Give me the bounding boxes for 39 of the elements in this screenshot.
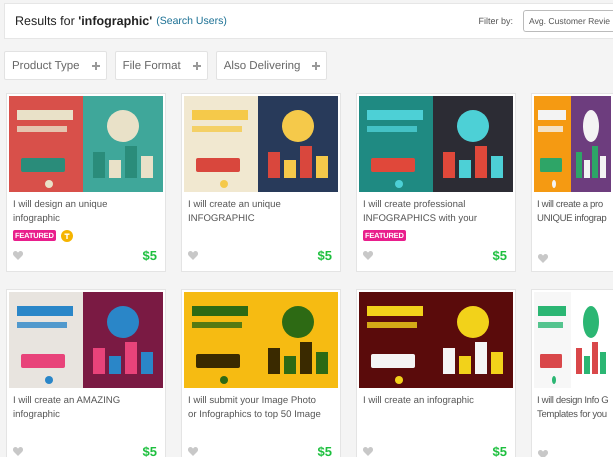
gig-card[interactable]: I will create an infographic $5: [356, 289, 516, 457]
badge-icon: [60, 230, 73, 242]
heart-icon[interactable]: [538, 450, 548, 457]
gig-title[interactable]: I will create a pro UNIQUE infograp: [537, 198, 611, 225]
gig-price: $5: [142, 444, 157, 457]
gig-title[interactable]: I will submit your Image Photo or Infographics to top 50 Image: [188, 394, 338, 421]
gig-title[interactable]: I will create professional INFOGRAPHICS with your: [363, 198, 513, 225]
heart-icon[interactable]: [538, 254, 548, 263]
gig-price: $5: [492, 248, 507, 263]
gig-price: $5: [492, 444, 507, 457]
gig-title[interactable]: I will design an unique infographic: [13, 198, 163, 225]
heart-icon[interactable]: [363, 447, 373, 456]
plus-icon: [312, 62, 320, 70]
gig-title[interactable]: I will design Info G Templates for you: [537, 394, 611, 421]
filter-label: Filter by:: [478, 16, 513, 26]
filter-dropdown[interactable]: Also Delivering: [216, 51, 328, 80]
gig-title[interactable]: I will create an AMAZING infographic: [13, 394, 163, 421]
plus-icon: [92, 62, 100, 70]
gig-card[interactable]: I will create an unique INFOGRAPHIC $5: [181, 93, 341, 272]
filter-dropdown[interactable]: Product Type: [4, 51, 107, 80]
results-heading: Results for 'infographic': [15, 14, 152, 28]
heart-icon[interactable]: [188, 447, 198, 456]
gig-price: $5: [318, 248, 332, 263]
gig-card[interactable]: I will submit your Image Photo or Infographics to top 50 Image $5: [181, 289, 341, 457]
heart-icon[interactable]: [363, 251, 373, 260]
filter-dropdown[interactable]: File Format: [114, 51, 208, 80]
gig-title[interactable]: I will create an infographic: [363, 394, 513, 408]
search-users-link[interactable]: (Search Users): [156, 15, 227, 27]
sort-dropdown[interactable]: Avg. Customer Revie: [523, 10, 613, 32]
gig-card[interactable]: I will design Info G Templates for you: [531, 289, 613, 457]
gig-price: $5: [318, 444, 332, 457]
heart-icon[interactable]: [13, 447, 23, 456]
heart-icon[interactable]: [13, 251, 23, 260]
heart-icon[interactable]: [188, 251, 198, 260]
gig-price: $5: [142, 248, 157, 263]
plus-icon: [192, 62, 201, 70]
gig-card[interactable]: I will create an AMAZING infographic $5: [6, 289, 166, 457]
gig-card[interactable]: I will create a pro UNIQUE infograp: [531, 93, 613, 272]
gig-title[interactable]: I will create an unique INFOGRAPHIC: [188, 198, 338, 225]
